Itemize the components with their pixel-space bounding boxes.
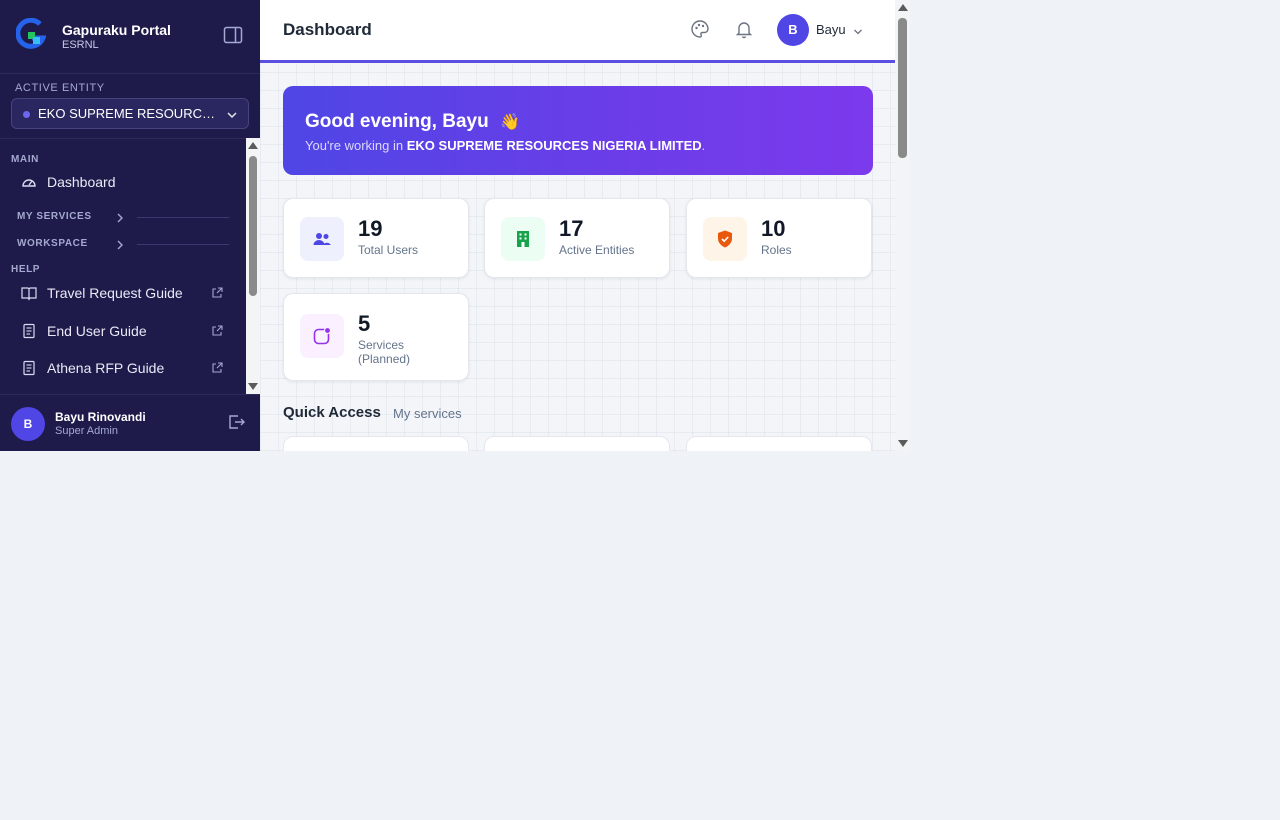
chevron-down-icon bbox=[226, 108, 238, 120]
gapuraku-logo-icon bbox=[15, 17, 47, 50]
book-open-icon bbox=[21, 285, 37, 301]
nav-group-label: MY SERVICES bbox=[17, 211, 92, 222]
quick-access-subtitle: My services bbox=[393, 406, 462, 421]
nav-section-main: MAIN bbox=[11, 154, 39, 165]
scroll-up-arrow-icon[interactable] bbox=[248, 142, 258, 149]
scrollbar-thumb[interactable] bbox=[249, 156, 257, 296]
greeting-text: Good evening, Bayu 👋 bbox=[305, 111, 520, 133]
brand-subtitle: ESRNL bbox=[62, 39, 99, 51]
stat-label: Active Entities bbox=[559, 243, 635, 257]
top-bar: Dashboard B Bayu bbox=[260, 0, 895, 63]
entity-status-dot bbox=[23, 111, 30, 118]
user-role: Super Admin bbox=[55, 425, 118, 437]
waving-hand-emoji: 👋 bbox=[499, 114, 520, 131]
app-window: Gapuraku Portal ESRNL ACTIVE ENTITY EKO … bbox=[0, 0, 910, 451]
stat-card-services[interactable]: 5 Services (Planned) bbox=[283, 293, 469, 381]
scrollbar-thumb[interactable] bbox=[898, 18, 907, 158]
stat-value: 10 bbox=[761, 216, 786, 241]
stat-label: Total Users bbox=[358, 243, 419, 257]
greeting-subtitle: You're working in EKO SUPREME RESOURCES … bbox=[305, 138, 705, 153]
sidebar-item-label: Travel Request Guide bbox=[47, 285, 183, 301]
stat-card-roles[interactable]: 10 Roles bbox=[686, 198, 872, 278]
external-link-icon bbox=[211, 361, 223, 373]
stat-value: 5 bbox=[358, 311, 371, 336]
chevron-right-icon bbox=[115, 238, 125, 250]
active-entity-value: EKO SUPREME RESOURCE... bbox=[38, 106, 218, 121]
users-icon bbox=[313, 233, 331, 245]
divider bbox=[137, 244, 229, 245]
quick-access-card[interactable] bbox=[283, 436, 469, 451]
stat-value: 17 bbox=[559, 216, 584, 241]
stat-icon-box bbox=[703, 217, 747, 261]
palette-icon[interactable] bbox=[690, 19, 710, 39]
main-scrollbar[interactable] bbox=[895, 0, 910, 451]
building-icon bbox=[517, 231, 529, 247]
nav-section-help: HELP bbox=[11, 264, 41, 275]
stat-icon-box bbox=[300, 217, 344, 261]
quick-access-title: Quick Access bbox=[283, 404, 381, 421]
sidebar-scrollbar[interactable] bbox=[246, 138, 260, 394]
greeting-sub-prefix: You're working in bbox=[305, 138, 407, 153]
stat-card-active-entities[interactable]: 17 Active Entities bbox=[484, 198, 670, 278]
brand-header: Gapuraku Portal ESRNL bbox=[0, 0, 260, 74]
logout-icon[interactable] bbox=[228, 414, 246, 430]
divider bbox=[137, 217, 229, 218]
gauge-icon bbox=[21, 174, 37, 190]
active-entity-select[interactable]: EKO SUPREME RESOURCE... bbox=[11, 98, 249, 129]
shield-check-icon bbox=[718, 230, 732, 248]
sidebar-item-dashboard[interactable]: Dashboard bbox=[11, 167, 237, 197]
stat-label: Roles bbox=[761, 243, 792, 257]
service-dot-icon bbox=[313, 326, 332, 345]
chevron-right-icon bbox=[115, 211, 125, 223]
sidebar-item-label: Athena RFP Guide bbox=[47, 360, 165, 376]
sidebar-item-travel-request-guide[interactable]: Travel Request Guide bbox=[11, 278, 237, 308]
sidebar-item-label: Dashboard bbox=[47, 174, 116, 190]
stat-label: Services (Planned) bbox=[358, 338, 411, 366]
avatar[interactable]: B bbox=[11, 407, 45, 441]
active-entity-label: ACTIVE ENTITY bbox=[15, 82, 105, 94]
nav-group-label: WORKSPACE bbox=[17, 238, 88, 249]
brand-name: Gapuraku Portal bbox=[62, 22, 171, 38]
chevron-down-icon bbox=[853, 24, 863, 35]
bell-icon[interactable] bbox=[734, 19, 754, 39]
user-menu[interactable]: B Bayu bbox=[777, 14, 869, 46]
user-name: Bayu Rinovandi bbox=[55, 410, 146, 424]
sidebar-toggle-icon[interactable] bbox=[223, 26, 243, 44]
user-menu-name: Bayu bbox=[816, 22, 846, 37]
welcome-banner: Good evening, Bayu 👋 You're working in E… bbox=[283, 86, 873, 175]
quick-access-card[interactable] bbox=[484, 436, 670, 451]
sidebar: Gapuraku Portal ESRNL ACTIVE ENTITY EKO … bbox=[0, 0, 260, 451]
stat-icon-box bbox=[501, 217, 545, 261]
external-link-icon bbox=[211, 286, 223, 298]
page-title: Dashboard bbox=[283, 20, 372, 39]
sidebar-item-athena-rfp-guide[interactable]: Athena RFP Guide bbox=[11, 353, 237, 383]
scroll-down-arrow-icon[interactable] bbox=[248, 383, 258, 390]
stat-card-total-users[interactable]: 19 Total Users bbox=[283, 198, 469, 278]
stat-value: 19 bbox=[358, 216, 383, 241]
avatar: B bbox=[777, 14, 809, 46]
greeting-sub-suffix: . bbox=[701, 138, 706, 153]
sidebar-item-label: End User Guide bbox=[47, 323, 147, 339]
greeting-entity-name: EKO SUPREME RESOURCES NIGERIA LIMITED bbox=[406, 138, 702, 153]
sidebar-nav: MAIN Dashboard MY SERVICES WORKSPACE HEL… bbox=[0, 138, 246, 394]
nav-group-my-services[interactable]: MY SERVICES bbox=[17, 209, 229, 225]
main-content: Dashboard B Bayu Good evening, Bayu 👋 Yo… bbox=[260, 0, 895, 451]
scroll-up-arrow-icon[interactable] bbox=[898, 4, 908, 11]
sidebar-item-end-user-guide[interactable]: End User Guide bbox=[11, 316, 237, 346]
nav-group-workspace[interactable]: WORKSPACE bbox=[17, 236, 229, 252]
external-link-icon bbox=[211, 324, 223, 336]
stat-icon-box bbox=[300, 314, 344, 358]
quick-access-card[interactable] bbox=[686, 436, 872, 451]
greeting-message: Good evening, Bayu bbox=[305, 111, 489, 132]
scroll-down-arrow-icon[interactable] bbox=[898, 440, 908, 447]
document-icon bbox=[21, 360, 37, 376]
document-icon bbox=[21, 323, 37, 339]
sidebar-user-footer: B Bayu Rinovandi Super Admin bbox=[0, 394, 260, 451]
